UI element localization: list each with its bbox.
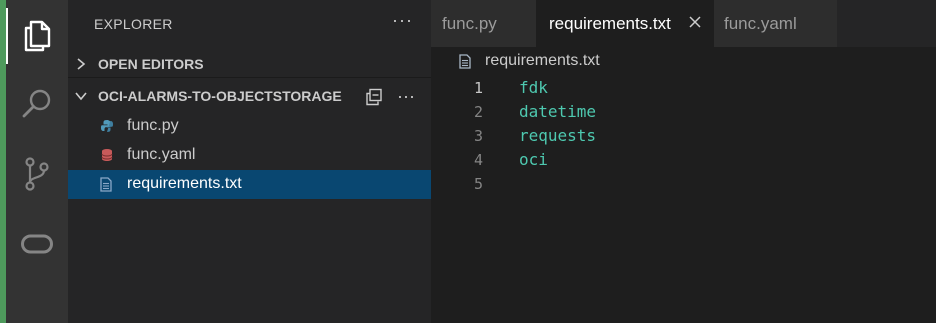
explorer-sidebar: EXPLORER ··· OPEN EDITORS OCI-ALARMS-TO-… bbox=[68, 0, 431, 323]
activity-source-control[interactable] bbox=[6, 146, 68, 202]
yaml-file-icon bbox=[101, 149, 113, 161]
code-text: datetime bbox=[519, 102, 597, 121]
line-number: 4 bbox=[473, 151, 483, 169]
code-text: oci bbox=[519, 150, 548, 169]
line-number: 1 bbox=[473, 79, 483, 97]
folder-section[interactable]: OCI-ALARMS-TO-OBJECTSTORAGE ··· bbox=[68, 82, 431, 110]
code-line: 2 datetime bbox=[431, 100, 936, 124]
activity-explorer[interactable] bbox=[6, 8, 68, 64]
chevron-right-icon bbox=[77, 57, 86, 70]
breadcrumb-file: requirements.txt bbox=[485, 52, 600, 69]
editor-area: func.py requirements.txt func.yaml requi… bbox=[431, 0, 936, 323]
file-name: requirements.txt bbox=[127, 175, 242, 192]
code-line: 1 fdk bbox=[431, 76, 936, 100]
tab-func-yaml[interactable]: func.yaml bbox=[714, 0, 837, 47]
line-number: 5 bbox=[473, 175, 483, 193]
tab-label: func.py bbox=[442, 13, 497, 33]
collapse-all-icon[interactable] bbox=[365, 88, 383, 106]
activity-search[interactable] bbox=[6, 76, 68, 132]
folder-more-actions-button[interactable]: ··· bbox=[397, 86, 415, 107]
text-file-icon bbox=[100, 177, 112, 192]
code-text: requests bbox=[519, 126, 597, 145]
close-icon[interactable] bbox=[688, 15, 702, 29]
tab-label: requirements.txt bbox=[549, 13, 671, 33]
code-text: fdk bbox=[519, 78, 548, 97]
tab-label: func.yaml bbox=[724, 13, 797, 33]
file-item-func-py[interactable]: func.py bbox=[68, 112, 431, 141]
code-line: 5 bbox=[431, 172, 936, 196]
tab-requirements-txt[interactable]: requirements.txt bbox=[536, 0, 714, 47]
activity-bar bbox=[6, 0, 68, 323]
explorer-more-actions-button[interactable]: ··· bbox=[392, 10, 413, 31]
folder-label: OCI-ALARMS-TO-OBJECTSTORAGE bbox=[98, 88, 342, 104]
text-file-icon bbox=[459, 53, 471, 69]
python-file-icon bbox=[101, 120, 113, 132]
tab-func-py[interactable]: func.py bbox=[431, 0, 536, 47]
file-item-requirements-txt[interactable]: requirements.txt bbox=[68, 170, 431, 199]
activity-oci[interactable] bbox=[6, 216, 68, 272]
editor-tab-bar: func.py requirements.txt func.yaml bbox=[431, 0, 936, 47]
explorer-icon bbox=[24, 20, 51, 52]
file-name: func.py bbox=[127, 117, 179, 134]
chevron-down-icon bbox=[75, 92, 87, 101]
explorer-title: EXPLORER bbox=[94, 16, 173, 32]
search-icon bbox=[22, 89, 51, 118]
source-control-icon bbox=[25, 157, 49, 191]
file-item-func-yaml[interactable]: func.yaml bbox=[68, 141, 431, 170]
breadcrumb[interactable]: requirements.txt bbox=[459, 52, 600, 70]
open-editors-section[interactable]: OPEN EDITORS bbox=[68, 50, 431, 78]
oci-icon bbox=[21, 234, 53, 254]
code-line: 3 requests bbox=[431, 124, 936, 148]
line-number: 3 bbox=[473, 127, 483, 145]
line-number: 2 bbox=[473, 103, 483, 121]
file-name: func.yaml bbox=[127, 146, 196, 163]
code-line: 4 oci bbox=[431, 148, 936, 172]
open-editors-label: OPEN EDITORS bbox=[98, 55, 204, 72]
